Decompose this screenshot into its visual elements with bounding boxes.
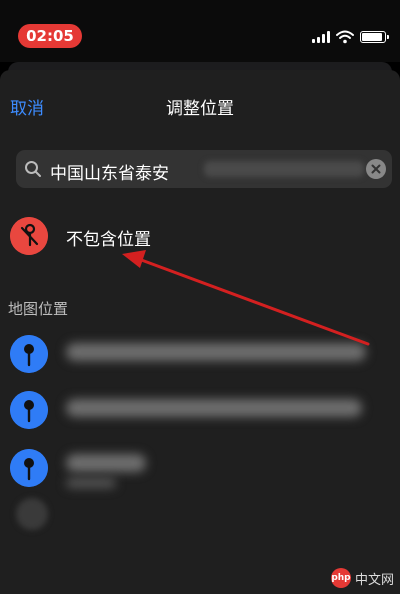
status-icons	[312, 30, 389, 44]
no-location-icon	[10, 217, 48, 255]
no-location-label: 不包含位置	[66, 230, 151, 250]
wifi-icon	[336, 30, 354, 44]
no-location-option[interactable]: 不包含位置	[0, 212, 400, 262]
redacted-location-name	[66, 399, 362, 417]
battery-icon	[360, 31, 389, 43]
watermark-text: 中文网	[354, 572, 394, 588]
nav-bar: 取消 调整位置	[0, 70, 400, 142]
watermark: php 中文网	[330, 568, 394, 588]
search-field[interactable]: 中国山东省泰安	[16, 150, 392, 188]
location-item[interactable]	[0, 388, 400, 436]
redacted-location-detail	[66, 478, 116, 488]
redacted-location-name	[66, 454, 146, 472]
redacted-address	[204, 161, 364, 177]
php-logo: php	[330, 568, 351, 588]
map-pin-icon	[10, 335, 48, 373]
page-title: 调整位置	[166, 99, 234, 119]
partial-location-icon	[16, 498, 48, 530]
status-bar: 02:05	[0, 0, 400, 62]
location-item[interactable]	[0, 332, 400, 380]
search-icon	[25, 161, 41, 177]
search-input[interactable]: 中国山东省泰安	[50, 159, 169, 184]
location-item[interactable]	[0, 446, 400, 494]
status-time: 02:05	[18, 24, 82, 48]
cellular-signal-icon	[312, 31, 330, 43]
redacted-location-name	[66, 343, 366, 361]
clear-icon[interactable]	[366, 159, 386, 179]
map-pin-icon	[10, 449, 48, 487]
section-header-map-locations: 地图位置	[8, 300, 69, 318]
adjust-location-sheet: 取消 调整位置 中国山东省泰安 不包含位置 地图位置	[0, 70, 400, 594]
map-pin-icon	[10, 391, 48, 429]
